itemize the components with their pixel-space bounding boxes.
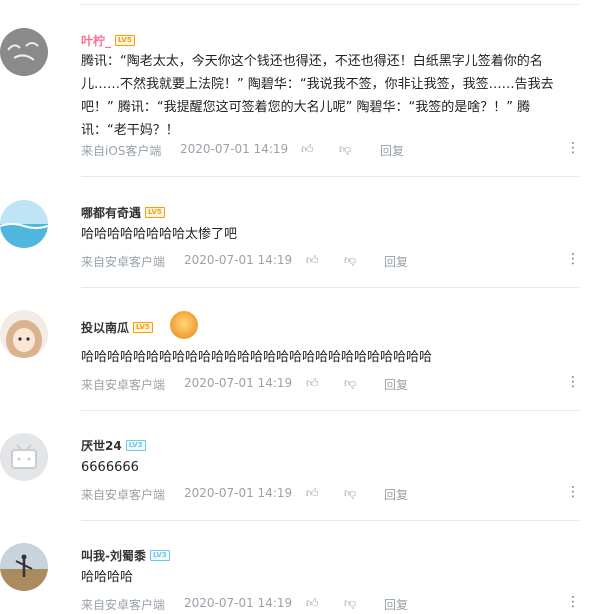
- avatar[interactable]: [0, 433, 48, 481]
- reply-button[interactable]: 回复: [384, 376, 408, 393]
- thumbs-up-icon[interactable]: 👍︎: [301, 142, 314, 157]
- level-badge: LV3: [125, 440, 146, 451]
- comment-text: 6666666: [81, 460, 139, 475]
- level-badge: LV3: [149, 550, 170, 561]
- thumbs-up-icon[interactable]: 👍︎: [306, 253, 319, 268]
- avatar[interactable]: [0, 28, 48, 76]
- avatar[interactable]: [0, 200, 48, 248]
- reply-button[interactable]: 回复: [384, 253, 408, 270]
- thumbs-down-icon[interactable]: 👎︎: [339, 142, 351, 157]
- medal-badge-icon: [170, 311, 198, 339]
- source-label: 来自安卓客户端: [81, 598, 166, 612]
- source-label: 来自安卓客户端: [81, 488, 166, 502]
- vertical-ellipsis-icon[interactable]: ⋮: [566, 594, 580, 610]
- comment-divider: [81, 410, 579, 411]
- username[interactable]: 叫我-刘蜀黍 LV3: [81, 547, 170, 564]
- comment-divider: [81, 520, 579, 521]
- thumbs-down-icon[interactable]: 👎︎: [344, 596, 356, 611]
- comment-divider: [81, 176, 579, 177]
- avatar[interactable]: [0, 543, 48, 591]
- timestamp: 2020-07-01 14:19: [184, 376, 293, 390]
- reply-button[interactable]: 回复: [380, 142, 404, 159]
- thumbs-up-icon[interactable]: 👍︎: [306, 486, 319, 501]
- comment-text: 哈哈哈哈哈哈哈哈太惨了吧: [81, 227, 238, 242]
- level-badge: LV5: [133, 322, 153, 333]
- level-badge: LV5: [115, 35, 135, 46]
- thumbs-up-icon[interactable]: 👍︎: [306, 376, 319, 391]
- comment-divider: [81, 287, 579, 288]
- thumbs-up-icon[interactable]: 👍︎: [306, 596, 319, 611]
- username[interactable]: 哪都有奇遇 LV5: [81, 204, 165, 221]
- thumbs-down-icon[interactable]: 👎︎: [344, 376, 356, 391]
- comment-text: 腾讯：“陶老太太，今天你这个钱还也得还，不还也得还！白纸黑字儿签着你的名儿……不…: [81, 54, 554, 138]
- timestamp: 2020-07-01 14:19: [184, 596, 293, 610]
- vertical-ellipsis-icon[interactable]: ⋮: [566, 140, 580, 156]
- username[interactable]: 投以南瓜 LV5: [81, 319, 153, 336]
- source-label: 来自iOS客户端: [81, 144, 162, 158]
- timestamp: 2020-07-01 14:19: [184, 486, 293, 500]
- thumbs-down-icon[interactable]: 👎︎: [344, 253, 356, 268]
- thumbs-down-icon[interactable]: 👎︎: [344, 486, 356, 501]
- level-badge: LV5: [145, 207, 165, 218]
- comment-text: 哈哈哈哈哈哈哈哈哈哈哈哈哈哈哈哈哈哈哈哈哈哈哈哈哈哈哈: [81, 350, 433, 365]
- reply-button[interactable]: 回复: [384, 486, 408, 503]
- avatar[interactable]: [0, 310, 48, 358]
- vertical-ellipsis-icon[interactable]: ⋮: [566, 484, 580, 500]
- top-divider: [81, 4, 579, 5]
- vertical-ellipsis-icon[interactable]: ⋮: [566, 374, 580, 390]
- username[interactable]: 叶柠_ LV5: [81, 32, 135, 49]
- source-label: 来自安卓客户端: [81, 255, 166, 269]
- vertical-ellipsis-icon[interactable]: ⋮: [566, 251, 580, 267]
- username[interactable]: 厌世24 LV3: [81, 437, 146, 454]
- comment-text: 哈哈哈哈: [81, 570, 134, 585]
- timestamp: 2020-07-01 14:19: [180, 142, 289, 156]
- timestamp: 2020-07-01 14:19: [184, 253, 293, 267]
- source-label: 来自安卓客户端: [81, 378, 166, 392]
- reply-button[interactable]: 回复: [384, 596, 408, 613]
